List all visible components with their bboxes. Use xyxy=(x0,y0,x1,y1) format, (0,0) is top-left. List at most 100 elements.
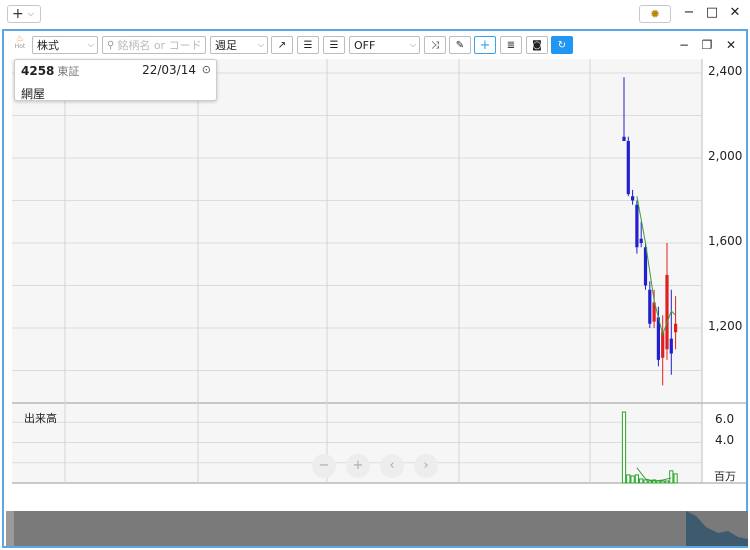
close-icon: ✕ xyxy=(729,5,741,20)
navigator-mini-chart xyxy=(6,511,748,546)
chevron-down-icon: ⌵ xyxy=(27,9,34,18)
minimize-icon: − xyxy=(683,5,695,20)
chevron-right-icon: › xyxy=(423,458,429,473)
stock-date: 22/03/14 xyxy=(142,63,196,77)
price-tick-2000: 2,000 xyxy=(708,149,743,163)
minus-icon: − xyxy=(318,458,330,473)
title-bar: + ⌵ ✹ − □ ✕ xyxy=(0,0,750,28)
volume-bar-2 xyxy=(630,475,635,484)
search-icon: ⚲ xyxy=(107,39,115,51)
minimize-window-button[interactable]: − xyxy=(680,5,698,20)
candle-body-2 xyxy=(631,196,635,201)
camera-icon: ◙ xyxy=(532,39,542,51)
chart-settings-button[interactable]: ≣ xyxy=(500,36,522,54)
volume-bar-10 xyxy=(664,480,670,484)
crosshair-icon: + xyxy=(479,37,491,53)
close-panel-button[interactable]: ✕ xyxy=(723,38,739,52)
volume-bar-9 xyxy=(660,480,665,484)
price-tick-2400: 2,400 xyxy=(708,64,743,78)
volume-bar-4 xyxy=(639,478,644,484)
search-input[interactable]: ⚲ 銘柄名 or コード xyxy=(102,36,206,54)
clock-icon[interactable]: ⊙ xyxy=(202,63,211,76)
refresh-icon: ↻ xyxy=(557,39,567,51)
align-right-button[interactable]: ☰ xyxy=(323,36,345,54)
scroll-next-button[interactable]: › xyxy=(414,454,438,478)
close-window-button[interactable]: ✕ xyxy=(726,5,744,20)
chart-grid xyxy=(12,59,746,484)
restore-icon: ❐ xyxy=(701,38,713,52)
volume-bar-1 xyxy=(626,474,631,484)
zoom-out-button[interactable]: − xyxy=(312,454,336,478)
align-right-icon: ☰ xyxy=(329,39,339,51)
chevron-down-icon: ⌵ xyxy=(257,40,264,49)
volume-bar-12 xyxy=(673,473,678,484)
scroll-prev-button[interactable]: ‹ xyxy=(380,454,404,478)
minimize-icon: − xyxy=(678,38,690,52)
stock-code: 4258 xyxy=(21,64,55,78)
restore-panel-button[interactable]: ❐ xyxy=(699,38,715,52)
price-chart[interactable] xyxy=(4,59,746,514)
plot-background xyxy=(12,59,702,483)
pencil-icon: ✎ xyxy=(455,39,465,51)
price-tick-1200: 1,200 xyxy=(708,319,743,333)
volume-label: 出来高 xyxy=(24,412,57,425)
volume-bar-3 xyxy=(634,474,639,484)
align-left-icon: ☰ xyxy=(303,39,313,51)
plus-icon: + xyxy=(12,6,24,22)
volume-unit: 百万 xyxy=(714,470,736,483)
period-select[interactable]: 週足 ⌵ xyxy=(210,36,268,54)
close-icon: ✕ xyxy=(725,38,737,52)
price-tick-1600: 1,600 xyxy=(708,234,743,248)
gear-icon: ✹ xyxy=(649,7,661,21)
navigator-area xyxy=(686,511,748,546)
minimize-panel-button[interactable]: − xyxy=(676,38,692,52)
stock-market: 東証 xyxy=(57,65,80,78)
add-panel-button[interactable]: + ⌵ xyxy=(7,5,41,23)
refresh-button[interactable]: ↻ xyxy=(551,36,573,54)
maximize-icon: □ xyxy=(705,5,719,20)
candle-body-12 xyxy=(674,323,678,333)
chevron-down-icon: ⌵ xyxy=(409,40,416,49)
shuffle-button[interactable]: ⤨ xyxy=(424,36,446,54)
market-type-value: 株式 xyxy=(37,39,59,52)
volume-bar-5 xyxy=(643,479,648,484)
search-placeholder: 銘柄名 or コード xyxy=(117,39,202,52)
crosshair-button[interactable]: + xyxy=(474,36,496,54)
volume-tick-4: 4.0 xyxy=(715,433,735,447)
flame-icon: ♨ xyxy=(15,34,25,44)
indicator-select[interactable]: OFF ⌵ xyxy=(349,36,420,54)
volume-tick-6: 6.0 xyxy=(715,412,735,426)
chevron-down-icon: ⌵ xyxy=(87,40,94,49)
candle-body-9 xyxy=(661,332,665,358)
candle-body-3 xyxy=(635,204,639,248)
candle-body-4 xyxy=(639,238,643,243)
align-left-button[interactable]: ☰ xyxy=(297,36,319,54)
volume-bar-11 xyxy=(669,470,674,484)
trendline-tool-button[interactable]: ↗ xyxy=(271,36,293,54)
volume-bar-0 xyxy=(621,411,627,484)
period-value: 週足 xyxy=(215,39,237,52)
shuffle-icon: ⤨ xyxy=(431,39,439,51)
stock-name: 網屋 xyxy=(21,87,46,101)
settings-button[interactable]: ✹ xyxy=(639,5,671,23)
candle-body-10 xyxy=(665,274,669,350)
stock-info-box: 4258 東証 22/03/14 ⊙ 網屋 xyxy=(14,59,217,101)
volume-bar-8 xyxy=(656,480,661,484)
chevron-left-icon: ‹ xyxy=(389,458,395,473)
chart-navigator-scrollbar[interactable] xyxy=(6,511,748,546)
chart-panel: ♨ Hot 株式 ⌵ ⚲ 銘柄名 or コード 週足 ⌵ ↗ ☰ ☰ OFF ⌵… xyxy=(2,29,748,548)
maximize-window-button[interactable]: □ xyxy=(703,5,721,20)
draw-pencil-button[interactable]: ✎ xyxy=(449,36,471,54)
hot-label: Hot xyxy=(14,43,26,50)
plus-icon: + xyxy=(352,458,364,473)
hot-button[interactable]: ♨ Hot xyxy=(12,35,28,51)
navigator-handle-left xyxy=(6,511,14,546)
candle-body-11 xyxy=(669,338,673,354)
candle-body-1 xyxy=(626,141,630,195)
market-type-select[interactable]: 株式 ⌵ xyxy=(32,36,98,54)
zoom-in-button[interactable]: + xyxy=(346,454,370,478)
screenshot-button[interactable]: ◙ xyxy=(526,36,548,54)
chart-toolbar: ♨ Hot 株式 ⌵ ⚲ 銘柄名 or コード 週足 ⌵ ↗ ☰ ☰ OFF ⌵… xyxy=(4,31,746,59)
candle-body-0 xyxy=(622,136,626,141)
sliders-icon: ≣ xyxy=(506,39,516,51)
